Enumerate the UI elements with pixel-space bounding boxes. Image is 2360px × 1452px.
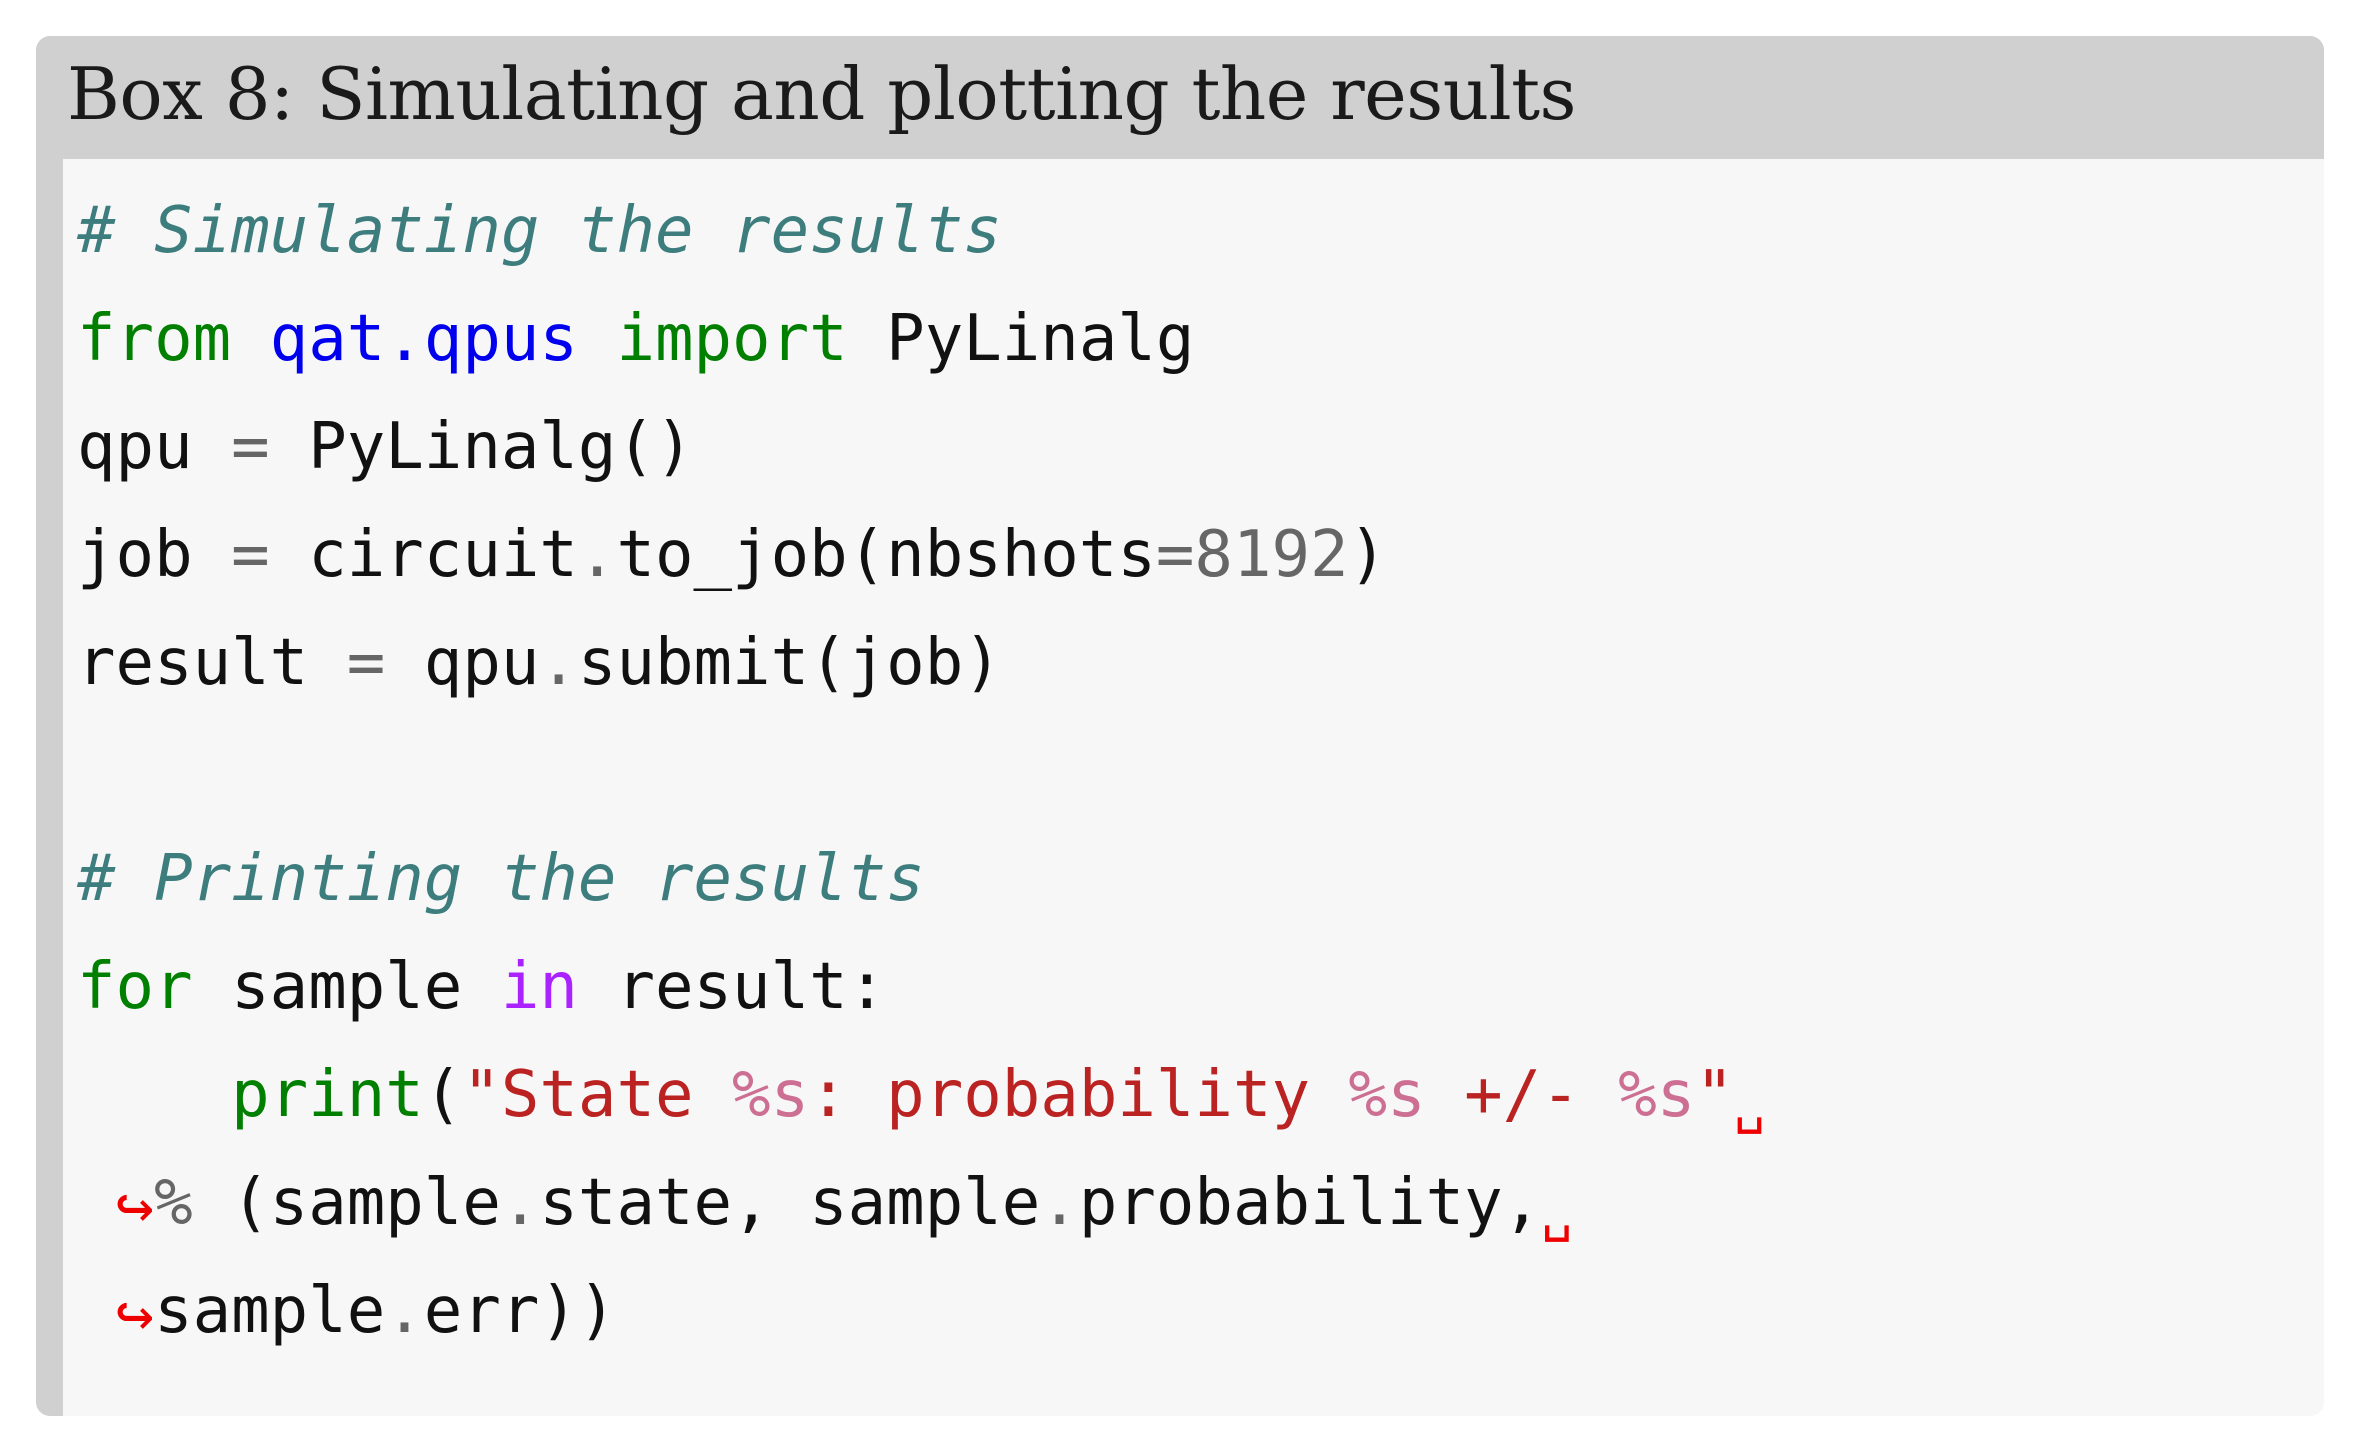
box-body: # Simulating the results from qat.qpus im… xyxy=(36,159,2324,1416)
assign-operator: = xyxy=(346,626,386,700)
code-line-2: from qat.qpus import PyLinalg xyxy=(77,285,2324,393)
box-title: Box 8: Simulating and plotting the resul… xyxy=(67,51,1577,136)
identifier-job: job xyxy=(77,518,232,592)
code-box: Box 8: Simulating and plotting the resul… xyxy=(36,36,2324,1416)
attr-state: state, sample xyxy=(539,1166,1041,1240)
percent-operator: % xyxy=(154,1166,193,1240)
string-part: "State xyxy=(462,1058,733,1132)
code-line-11: ↪sample.err)) xyxy=(77,1257,2324,1365)
code-line-4: job = circuit.to_job(nbshots=8192) xyxy=(77,501,2324,609)
box-header: Box 8: Simulating and plotting the resul… xyxy=(36,36,2324,159)
code-line-6-blank xyxy=(77,717,2324,825)
dot-operator: . xyxy=(1040,1166,1079,1240)
builtin-print: print xyxy=(231,1058,424,1132)
keyword-in: in xyxy=(500,950,578,1024)
identifier-sample: sample xyxy=(154,1274,386,1348)
code-listing: # Simulating the results from qat.qpus im… xyxy=(77,177,2324,1365)
left-rail xyxy=(36,159,63,1416)
code-line-8: for sample in result: xyxy=(77,933,2324,1041)
line-continuation-arrow-icon: ↪ xyxy=(115,1170,155,1244)
assign-operator: = xyxy=(231,518,270,592)
identifier-result: result xyxy=(77,626,347,700)
kwarg-equals: = xyxy=(1155,518,1195,592)
keyword-import: import xyxy=(616,302,848,376)
code-line-3: qpu = PyLinalg() xyxy=(77,393,2324,501)
attr-probability: probability, xyxy=(1078,1166,1542,1240)
dot-operator: . xyxy=(539,626,578,700)
code-line-5: result = qpu.submit(job) xyxy=(77,609,2324,717)
attr-err: err)) xyxy=(423,1274,617,1348)
loop-variable: sample xyxy=(192,950,501,1024)
identifier-qpu: qpu xyxy=(77,410,232,484)
imported-name: PyLinalg xyxy=(847,302,1195,376)
assign-operator: = xyxy=(231,410,270,484)
close-paren: ) xyxy=(1348,518,1388,592)
dot-operator: . xyxy=(385,1274,424,1348)
keyword-for: for xyxy=(77,950,193,1024)
code-area: # Simulating the results from qat.qpus im… xyxy=(63,159,2324,1416)
line-continuation-arrow-icon: ↪ xyxy=(115,1278,155,1352)
tuple-open: (sample xyxy=(192,1166,501,1240)
iterable-result: result: xyxy=(577,950,887,1024)
code-line-10: ↪% (sample.state, sample.probability,␣ xyxy=(77,1149,2324,1257)
open-paren: ( xyxy=(423,1058,463,1132)
format-spec: %s xyxy=(1348,1058,1426,1132)
comment-token: # Simulating the results xyxy=(77,194,1002,268)
string-close-quote: " xyxy=(1695,1058,1734,1132)
code-line-1: # Simulating the results xyxy=(77,177,2324,285)
module-name: qat.qpus xyxy=(269,302,578,376)
identifier-circuit: circuit xyxy=(269,518,578,592)
format-spec: %s xyxy=(732,1058,810,1132)
identifier-qpu: qpu xyxy=(385,626,540,700)
format-spec: %s xyxy=(1618,1058,1696,1132)
keyword-from: from xyxy=(77,302,232,376)
string-part: +/- xyxy=(1425,1058,1619,1132)
call-to-job: to_job(nbshots xyxy=(616,518,1156,592)
string-part: : probability xyxy=(809,1058,1349,1132)
call-pylinalg: PyLinalg() xyxy=(269,410,694,484)
comment-token: # Printing the results xyxy=(77,842,925,916)
dot-operator: . xyxy=(577,518,617,592)
line-wrap-space-marker: ␣ xyxy=(1541,1183,1573,1243)
code-line-7: # Printing the results xyxy=(77,825,2324,933)
line-wrap-space-marker: ␣ xyxy=(1733,1075,1766,1135)
number-nbshots: 8192 xyxy=(1194,518,1349,592)
dot-operator: . xyxy=(500,1166,540,1240)
call-submit: submit(job) xyxy=(577,626,1002,700)
code-line-9: print("State %s: probability %s +/- %s"␣ xyxy=(77,1041,2324,1149)
